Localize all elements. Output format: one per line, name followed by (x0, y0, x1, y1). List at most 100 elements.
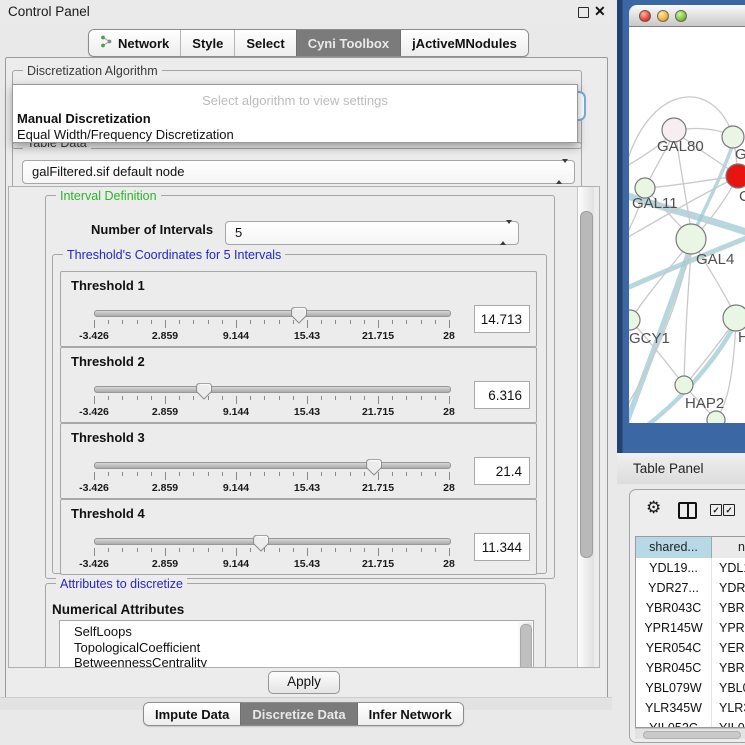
table-row[interactable]: YDL19...YDL1 (636, 558, 745, 578)
threshold-panel-1: Threshold 1 -3.4262.8599.14415.4321.71528… (60, 271, 537, 347)
slider-thumb[interactable] (253, 535, 269, 552)
numerical-attributes-list[interactable]: SelfLoopsTopologicalCoefficientBetweenne… (59, 620, 534, 668)
tab-discretize-data[interactable]: Discretize Data (240, 703, 356, 725)
table-row[interactable]: YPR145WYPR1 (636, 618, 745, 638)
network-edge[interactable] (646, 176, 737, 188)
node-label-ga: GA (735, 146, 745, 163)
slider-track[interactable] (94, 386, 451, 393)
table-row[interactable]: YIL052CYIL0 (636, 718, 745, 728)
apply-button[interactable]: Apply (268, 671, 340, 694)
hscroll-thumb[interactable] (643, 731, 741, 740)
cell-shared-name: YDL19... (636, 558, 712, 578)
table-data-combobox-value: galFiltered.sif default node (32, 161, 184, 183)
threshold-value-field[interactable]: 14.713 (474, 305, 530, 333)
table-row[interactable]: YDR27...YDR2 (636, 578, 745, 598)
tab-style[interactable]: Style (180, 30, 234, 56)
cell-shared-name: YBR043C (636, 598, 712, 618)
network-node-c[interactable] (726, 164, 745, 188)
number-of-intervals-value: 5 (235, 222, 242, 244)
cyni-bottom-tabs: Impute DataDiscretize DataInfer Network (143, 702, 464, 726)
attributes-to-discretize-title: Attributes to discretize (56, 577, 187, 591)
threshold-value-field[interactable]: 11.344 (474, 533, 530, 561)
network-node-h[interactable] (723, 305, 745, 331)
slider-scale-labels: -3.4262.8599.14415.4321.71528 (94, 482, 449, 494)
network-node-hap2[interactable] (675, 376, 693, 394)
slider-track[interactable] (94, 538, 451, 545)
threshold-value-field[interactable]: 21.4 (474, 457, 530, 485)
settings-vertical-scrollbar[interactable] (577, 187, 594, 667)
table-row[interactable]: YLR345WYLR3 (636, 698, 745, 718)
algorithm-dropdown-popup: Select algorithm to view settings Manual… (12, 84, 578, 143)
node-label-c: C (739, 188, 745, 205)
tab-jactivemnodules[interactable]: jActiveMNodules (400, 30, 528, 56)
cell-shared-name: YPR145W (636, 618, 712, 638)
gear-icon[interactable]: ⚙ (646, 498, 661, 518)
node-label-gal80: GAL80 (657, 138, 704, 155)
table-row[interactable]: YBR045CYBR0 (636, 658, 745, 678)
checkbox-icon-2[interactable]: ✓ (723, 504, 735, 516)
combobox-stepper-icon (556, 163, 568, 181)
algorithm-option-equal-width-frequency-discretization[interactable]: Equal Width/Frequency Discretization (17, 127, 234, 142)
threshold-label: Threshold 2 (71, 354, 145, 369)
number-of-intervals-combobox[interactable]: 5 (225, 221, 519, 245)
threshold-slider[interactable]: -3.4262.8599.14415.4321.71528 (94, 536, 449, 572)
tab-label: Style (192, 36, 223, 51)
network-node[interactable] (707, 411, 725, 423)
slider-track[interactable] (94, 462, 451, 469)
slider-thumb[interactable] (291, 307, 307, 324)
tab-cyni-toolbox[interactable]: Cyni Toolbox (296, 30, 400, 56)
slider-ticks (94, 548, 449, 557)
attribute-item-betweennesscentrality[interactable]: BetweennessCentrality (60, 655, 533, 668)
tab-select[interactable]: Select (234, 30, 295, 56)
threshold-value-field[interactable]: 6.316 (474, 381, 530, 409)
attribute-item-topologicalcoefficient[interactable]: TopologicalCoefficient (60, 640, 533, 656)
network-window-titlebar (629, 5, 745, 27)
slider-thumb[interactable] (196, 383, 212, 400)
cell-name: YBR0 (712, 658, 745, 678)
table-row[interactable]: YBR043CYBR0 (636, 598, 745, 618)
split-columns-icon[interactable] (678, 502, 697, 519)
cell-name: YIL0 (712, 718, 745, 728)
column-header-name[interactable]: n (712, 537, 745, 558)
close-traffic-light[interactable] (639, 10, 651, 22)
table-data-combobox[interactable]: galFiltered.sif default node (22, 160, 575, 184)
minimize-traffic-light[interactable] (657, 10, 669, 22)
tab-impute-data[interactable]: Impute Data (144, 703, 240, 725)
tab-label: Network (118, 36, 169, 51)
threshold-slider[interactable]: -3.4262.8599.14415.4321.71528 (94, 308, 449, 344)
network-node-ga[interactable] (722, 126, 744, 148)
table-panel-title: Table Panel (633, 461, 704, 476)
float-window-icon[interactable] (578, 7, 589, 18)
tab-infer-network[interactable]: Infer Network (357, 703, 463, 725)
attributes-list-scrollbar[interactable] (518, 622, 532, 668)
threshold-slider[interactable]: -3.4262.8599.14415.4321.71528 (94, 460, 449, 496)
slider-track[interactable] (94, 310, 451, 317)
threshold-slider[interactable]: -3.4262.8599.14415.4321.71528 (94, 384, 449, 420)
scrollbar-thumb[interactable] (580, 211, 593, 558)
table-row[interactable]: YBL079WYBL0 (636, 678, 745, 698)
threshold-label: Threshold 1 (71, 278, 145, 293)
column-header-shared-name[interactable]: shared... (636, 537, 712, 558)
table-horizontal-scrollbar[interactable] (635, 728, 745, 739)
cell-shared-name: YIL052C (636, 718, 712, 728)
slider-scale-labels: -3.4262.8599.14415.4321.71528 (94, 330, 449, 342)
control-panel-title: Control Panel (8, 4, 90, 19)
attribute-item-selfloops[interactable]: SelfLoops (60, 624, 533, 640)
network-node-gal4[interactable] (676, 224, 706, 254)
network-canvas[interactable]: GAL80GACGAL11GAL4GCY1HHAP2 (629, 27, 745, 423)
interval-definition-title: Interval Definition (56, 189, 161, 203)
threshold-label: Threshold 4 (71, 506, 145, 521)
node-table-box: ⚙ ✓ ✓ shared... n YDL19...YDL1YDR27...YD… (629, 489, 745, 743)
algorithm-option-manual-discretization[interactable]: Manual Discretization (17, 111, 151, 126)
threshold-label: Threshold 3 (71, 430, 145, 445)
table-row[interactable]: YER054CYER0 (636, 638, 745, 658)
tab-network[interactable]: Network (89, 30, 180, 56)
network-node-gcy1[interactable] (629, 310, 640, 330)
numerical-attributes-items: SelfLoopsTopologicalCoefficientBetweenne… (60, 621, 533, 668)
zoom-traffic-light[interactable] (675, 10, 687, 22)
close-icon[interactable]: ✕ (594, 3, 606, 20)
slider-thumb[interactable] (366, 459, 382, 476)
slider-ticks (94, 396, 449, 405)
table-panel-titlebar: Table Panel (617, 453, 745, 485)
checkbox-icon-1[interactable]: ✓ (710, 504, 722, 516)
